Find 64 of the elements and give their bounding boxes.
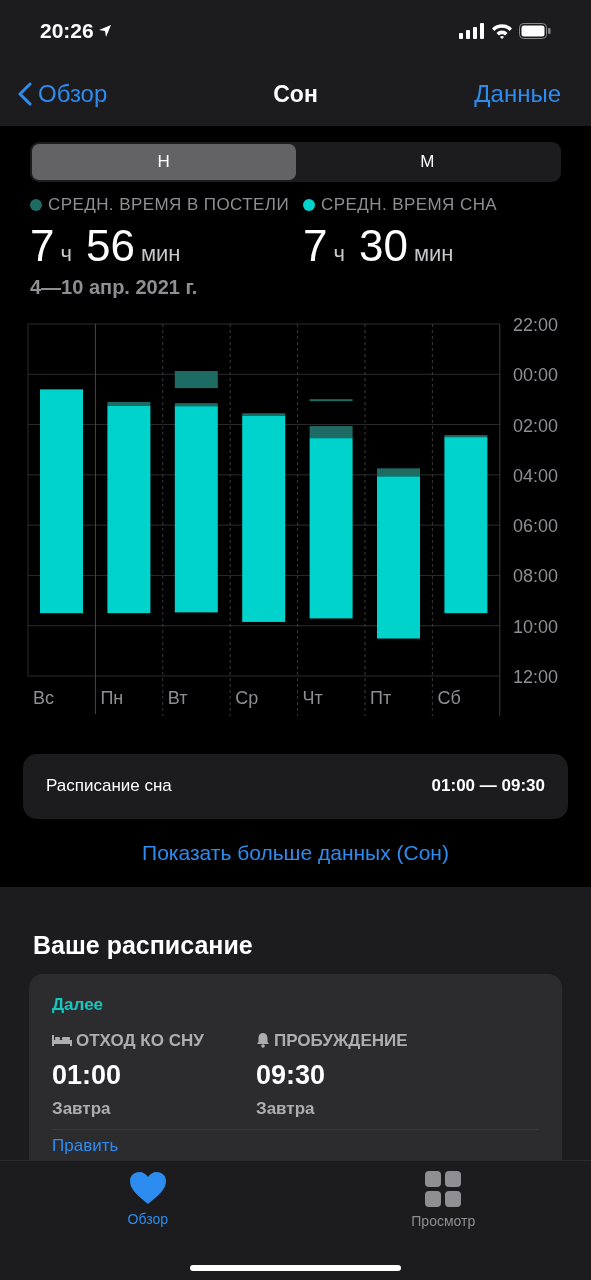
- segment-tab[interactable]: М: [295, 144, 559, 180]
- stat-unit: мин: [140, 239, 181, 268]
- in-bed-segment: [444, 434, 488, 437]
- tab-bar-item[interactable]: Просмотр: [295, 1161, 591, 1280]
- schedule-time: 01:00: [52, 1059, 123, 1092]
- section-title: Ваше расписание: [32, 929, 254, 961]
- in-bed-segment: [174, 402, 218, 406]
- axis-label: 10:00: [513, 616, 559, 637]
- schedule-day: Завтра: [256, 1095, 460, 1121]
- in-bed-segment: [309, 425, 353, 438]
- schedule-label: Расписание сна: [46, 775, 172, 798]
- schedule-value: 01:00 — 09:30: [431, 775, 545, 798]
- stat-unit: ч: [60, 239, 72, 268]
- axis-label: 04:00: [513, 465, 559, 486]
- stat-label: СРЕДН. ВРЕМЯ В ПОСТЕЛИ: [48, 194, 290, 216]
- bell-icon: [256, 1032, 270, 1049]
- stat-label: СРЕДН. ВРЕМЯ СНА: [321, 194, 498, 216]
- screen-title: Сон: [273, 79, 318, 109]
- stat-unit: ч: [333, 239, 345, 268]
- stat-value: 56: [85, 219, 135, 272]
- stat-value: 7: [30, 219, 55, 272]
- in-bed-segment: [377, 467, 420, 476]
- back-button[interactable]: Обзор: [18, 76, 108, 112]
- grid-icon: [425, 1171, 462, 1207]
- bed-icon: [52, 1033, 72, 1047]
- axis-label: 02:00: [513, 415, 559, 436]
- day-label: Чт: [302, 687, 323, 708]
- data-button[interactable]: Данные: [474, 76, 561, 112]
- schedule-row[interactable]: Расписание сна 01:00 — 09:30: [23, 753, 568, 819]
- next-label: Далее: [52, 994, 105, 1016]
- schedule-time: 09:30: [256, 1059, 327, 1092]
- segment-tab[interactable]: Н: [32, 144, 296, 180]
- axis-label: 00:00: [513, 364, 559, 385]
- day-label: Вс: [33, 687, 54, 708]
- day-label: Пн: [100, 687, 124, 708]
- axis-label: 06:00: [513, 515, 559, 536]
- chevron-left-icon: [18, 82, 32, 106]
- heart-icon: [128, 1171, 167, 1205]
- stat-unit: мин: [413, 239, 454, 268]
- signal-icon: [459, 23, 485, 39]
- schedule-item-label: ПРОБУЖДЕНИЕ: [274, 1029, 408, 1052]
- axis-label: 08:00: [513, 565, 559, 586]
- tab-bar-item[interactable]: Обзор: [0, 1161, 296, 1280]
- stat-value: 7: [303, 219, 328, 272]
- location-icon: [97, 24, 112, 38]
- axis-label: 22:00: [513, 315, 559, 335]
- schedule-day: Завтра: [52, 1095, 256, 1121]
- in-bed-segment: [309, 398, 353, 401]
- day-label: Пт: [370, 687, 392, 708]
- stat-value: 30: [359, 219, 408, 272]
- more-data-link[interactable]: Показать больше данных (Сон): [142, 836, 449, 869]
- day-label: Ср: [235, 687, 259, 708]
- status-time: 20:26: [40, 18, 94, 45]
- date-range: 4—10 апр. 2021 г.: [30, 274, 199, 300]
- in-bed-segment: [174, 370, 218, 388]
- battery-icon: [519, 23, 551, 39]
- day-label: Вт: [167, 687, 188, 708]
- in-bed-segment: [107, 401, 151, 406]
- schedule-item-label: ОТХОД КО СНУ: [76, 1029, 204, 1052]
- in-bed-segment: [242, 412, 286, 416]
- edit-link[interactable]: Править: [52, 1136, 119, 1156]
- axis-label: 12:00: [513, 666, 559, 687]
- wifi-icon: [491, 23, 513, 39]
- day-label: Сб: [437, 687, 461, 708]
